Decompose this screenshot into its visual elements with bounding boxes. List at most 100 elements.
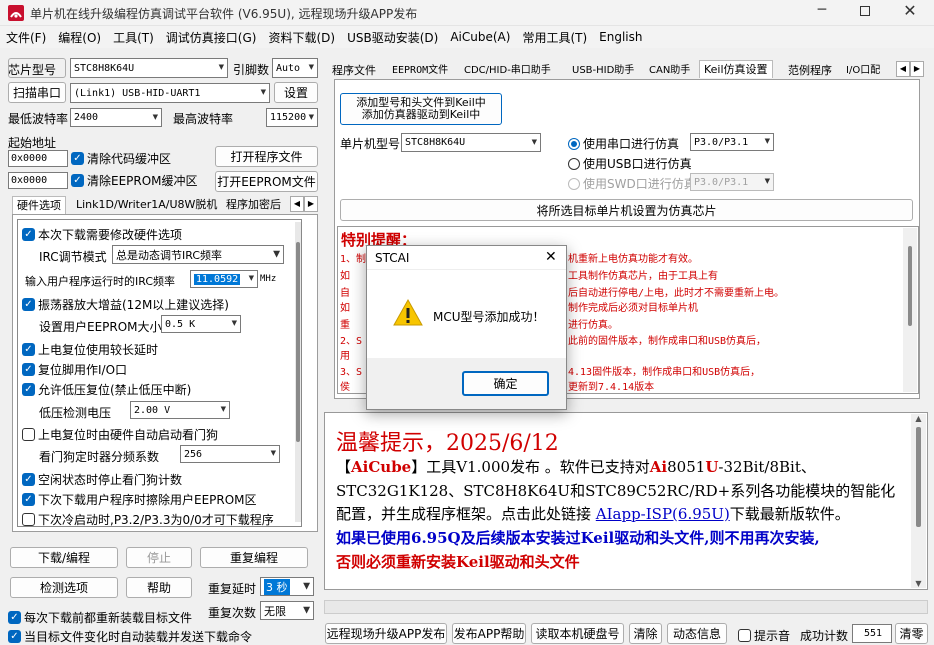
open-eeprom-button[interactable]: 打开EEPROM文件 — [215, 171, 318, 192]
minimize-icon[interactable]: ─ — [807, 2, 837, 18]
option-cold-start[interactable]: 下次冷启动时,P3.2/P3.3为0/0才可下载程序 — [22, 511, 274, 528]
help-button[interactable]: 帮助 — [126, 577, 192, 598]
menu-usb-driver[interactable]: USB驱动安装(D) — [341, 29, 444, 46]
menu-docs[interactable]: 资料下载(D) — [262, 29, 341, 46]
option-wdt[interactable]: 上电复位时由硬件自动启动看门狗 — [22, 426, 218, 443]
port-select[interactable]: (Link1) USB-HID-UART1 ▼ — [70, 83, 270, 103]
repeat-count-select[interactable]: 无限 ▼ — [260, 601, 314, 620]
swd-port-select[interactable]: P3.0/P3.1 ▼ — [690, 173, 774, 191]
dialog-ok-button[interactable]: 确定 — [462, 371, 549, 396]
set-sim-chip-button[interactable]: 将所选目标单片机设置为仿真芯片 — [340, 199, 913, 221]
chevron-down-icon: ▼ — [260, 87, 266, 98]
chevron-down-icon: ▼ — [308, 62, 314, 73]
checkbox-checked-icon: ✓ — [8, 611, 21, 624]
wdt-div-select[interactable]: 256 ▼ — [180, 445, 280, 463]
dynamic-info-button[interactable]: 动态信息 — [667, 623, 727, 644]
chevron-down-icon: ▼ — [764, 176, 770, 187]
tab-scroll-left-icon[interactable]: ◀ — [290, 196, 304, 212]
menu-program[interactable]: 编程(O) — [52, 29, 107, 46]
download-link[interactable]: AIapp-ISP(6.95U) — [596, 505, 730, 523]
option-osc-gain[interactable]: ✓ 振荡器放大增益(12M以上建议选择) — [22, 296, 229, 313]
stop-button[interactable]: 停止 — [126, 547, 192, 568]
tab-can[interactable]: CAN助手 — [645, 62, 694, 80]
eeprom-addr-input[interactable]: 0x0000 — [8, 172, 68, 189]
reload-checkbox[interactable]: ✓ 每次下载前都重新装载目标文件 — [8, 609, 192, 626]
lvd-select[interactable]: 2.00 V ▼ — [130, 401, 230, 419]
notice-scrollbar[interactable] — [903, 228, 917, 392]
settings-button[interactable]: 设置 — [274, 82, 318, 103]
add-keil-button[interactable]: 添加型号和头文件到Keil中 添加仿真器驱动到Keil中 — [340, 93, 502, 125]
horizontal-scrollbar[interactable] — [324, 600, 928, 614]
tab-encrypt[interactable]: 程序加密后 — [222, 196, 285, 214]
tab-eeprom-file[interactable]: EEPROM文件 — [388, 62, 452, 80]
menu-file[interactable]: 文件(F) — [0, 29, 52, 46]
irc-freq-select[interactable]: 11.0592 ▼ — [190, 270, 258, 288]
menu-english[interactable]: English — [593, 30, 648, 44]
option-idle-wdt[interactable]: ✓ 空闲状态时停止看门狗计数 — [22, 471, 182, 488]
option-reset-io[interactable]: ✓ 复位脚用作I/O口 — [22, 361, 127, 378]
reprogram-button[interactable]: 重复编程 — [200, 547, 308, 568]
checkbox-checked-icon: ✓ — [8, 630, 21, 643]
checkbox-checked-icon: ✓ — [22, 383, 35, 396]
chip-select[interactable]: STC8H8K64U ▼ — [70, 58, 228, 78]
open-program-button[interactable]: 打开程序文件 — [215, 146, 318, 167]
checkbox-checked-icon: ✓ — [71, 152, 84, 165]
irc-mode-label: IRC调节模式 — [39, 250, 107, 264]
min-baud-select[interactable]: 2400 ▼ — [70, 108, 162, 127]
irc-mode-select[interactable]: 总是动态调节IRC频率 ▼ — [112, 245, 284, 264]
tab-scroll-right-icon[interactable]: ▶ — [304, 196, 318, 212]
code-addr-input[interactable]: 0x0000 — [8, 150, 68, 167]
menu-common-tools[interactable]: 常用工具(T) — [516, 29, 593, 46]
reset-count-button[interactable]: 清零 — [895, 623, 928, 644]
read-disk-button[interactable]: 读取本机硬盘号 — [531, 623, 624, 644]
notice-right-line: 后自动进行停电/上电，此时才不需要重新上电。 — [568, 288, 785, 299]
tab-serial-assistant[interactable]: CDC/HID-串口助手 — [460, 62, 555, 80]
checkbox-checked-icon: ✓ — [22, 228, 35, 241]
remote-upgrade-button[interactable]: 远程现场升级APP发布 — [325, 623, 447, 644]
tab-scroll-left-icon[interactable]: ◀ — [896, 61, 910, 77]
clear-button[interactable]: 清除 — [629, 623, 662, 644]
tab-keil-settings[interactable]: Keil仿真设置 — [699, 60, 773, 78]
option-modify-hw[interactable]: ✓ 本次下载需要修改硬件选项 — [22, 226, 182, 243]
max-baud-select[interactable]: 115200 ▼ — [266, 108, 318, 127]
tip-scrollbar[interactable]: ▲ ▼ — [911, 414, 926, 588]
serial-port-select[interactable]: P3.0/P3.1 ▼ — [690, 133, 774, 151]
menu-aicube[interactable]: AiCube(A) — [444, 30, 516, 44]
radio-serial-sim[interactable]: 使用串口进行仿真 — [568, 135, 679, 152]
check-options-button[interactable]: 检测选项 — [10, 577, 118, 598]
radio-swd-sim[interactable]: 使用SWD口进行仿真 — [568, 175, 696, 192]
pin-select[interactable]: Auto ▼ — [272, 58, 318, 78]
download-button[interactable]: 下载/编程 — [10, 547, 118, 568]
tab-program-file[interactable]: 程序文件 — [328, 62, 380, 80]
radio-usb-sim[interactable]: 使用USB口进行仿真 — [568, 155, 692, 172]
tab-usb-hid[interactable]: USB-HID助手 — [568, 62, 638, 80]
menu-tools[interactable]: 工具(T) — [107, 29, 160, 46]
tab-scroll-right-icon[interactable]: ▶ — [910, 61, 924, 77]
clear-eeprom-checkbox[interactable]: ✓ 清除EEPROM缓冲区 — [71, 172, 198, 189]
tab-io-config[interactable]: I/O口配 — [842, 62, 894, 80]
clear-code-checkbox[interactable]: ✓ 清除代码缓冲区 — [71, 150, 171, 167]
tip-red-line: 否则必须重新安装Keil驱动和头文件 — [336, 553, 580, 571]
option-lvr[interactable]: ✓ 允许低压复位(禁止低压中断) — [22, 381, 191, 398]
repeat-delay-select[interactable]: 3 秒 ▼ — [260, 577, 314, 596]
menu-debug[interactable]: 调试仿真接口(G) — [160, 29, 263, 46]
scan-port-button[interactable]: 扫描串口 — [8, 82, 66, 103]
option-por-delay[interactable]: ✓ 上电复位使用较长延时 — [22, 341, 158, 358]
dialog-close-icon[interactable]: ✕ — [545, 249, 557, 265]
maximize-icon[interactable] — [852, 4, 878, 20]
tab-examples[interactable]: 范例程序 — [784, 62, 836, 80]
close-icon[interactable]: ✕ — [897, 1, 923, 20]
eeprom-size-select[interactable]: 0.5 K ▼ — [161, 315, 241, 333]
options-scrollbar[interactable] — [295, 222, 301, 522]
chevron-down-icon: ▼ — [303, 581, 310, 591]
tab-offline[interactable]: Link1D/Writer1A/U8W脱机 — [72, 196, 221, 214]
publish-help-button[interactable]: 发布APP帮助 — [452, 623, 526, 644]
mcu-select[interactable]: STC8H8K64U ▼ — [401, 133, 541, 152]
chevron-down-icon: ▼ — [248, 273, 254, 284]
dialog-message: MCU型号添加成功！ — [433, 310, 545, 324]
autoload-checkbox[interactable]: ✓ 当目标文件变化时自动装载并发送下载命令 — [8, 628, 252, 645]
tab-hardware-options[interactable]: 硬件选项 — [12, 196, 66, 214]
beep-checkbox[interactable]: 提示音 — [738, 627, 790, 644]
option-erase-eeprom[interactable]: ✓ 下次下载用户程序时擦除用户EEPROM区 — [22, 491, 257, 508]
checkbox-checked-icon: ✓ — [22, 298, 35, 311]
